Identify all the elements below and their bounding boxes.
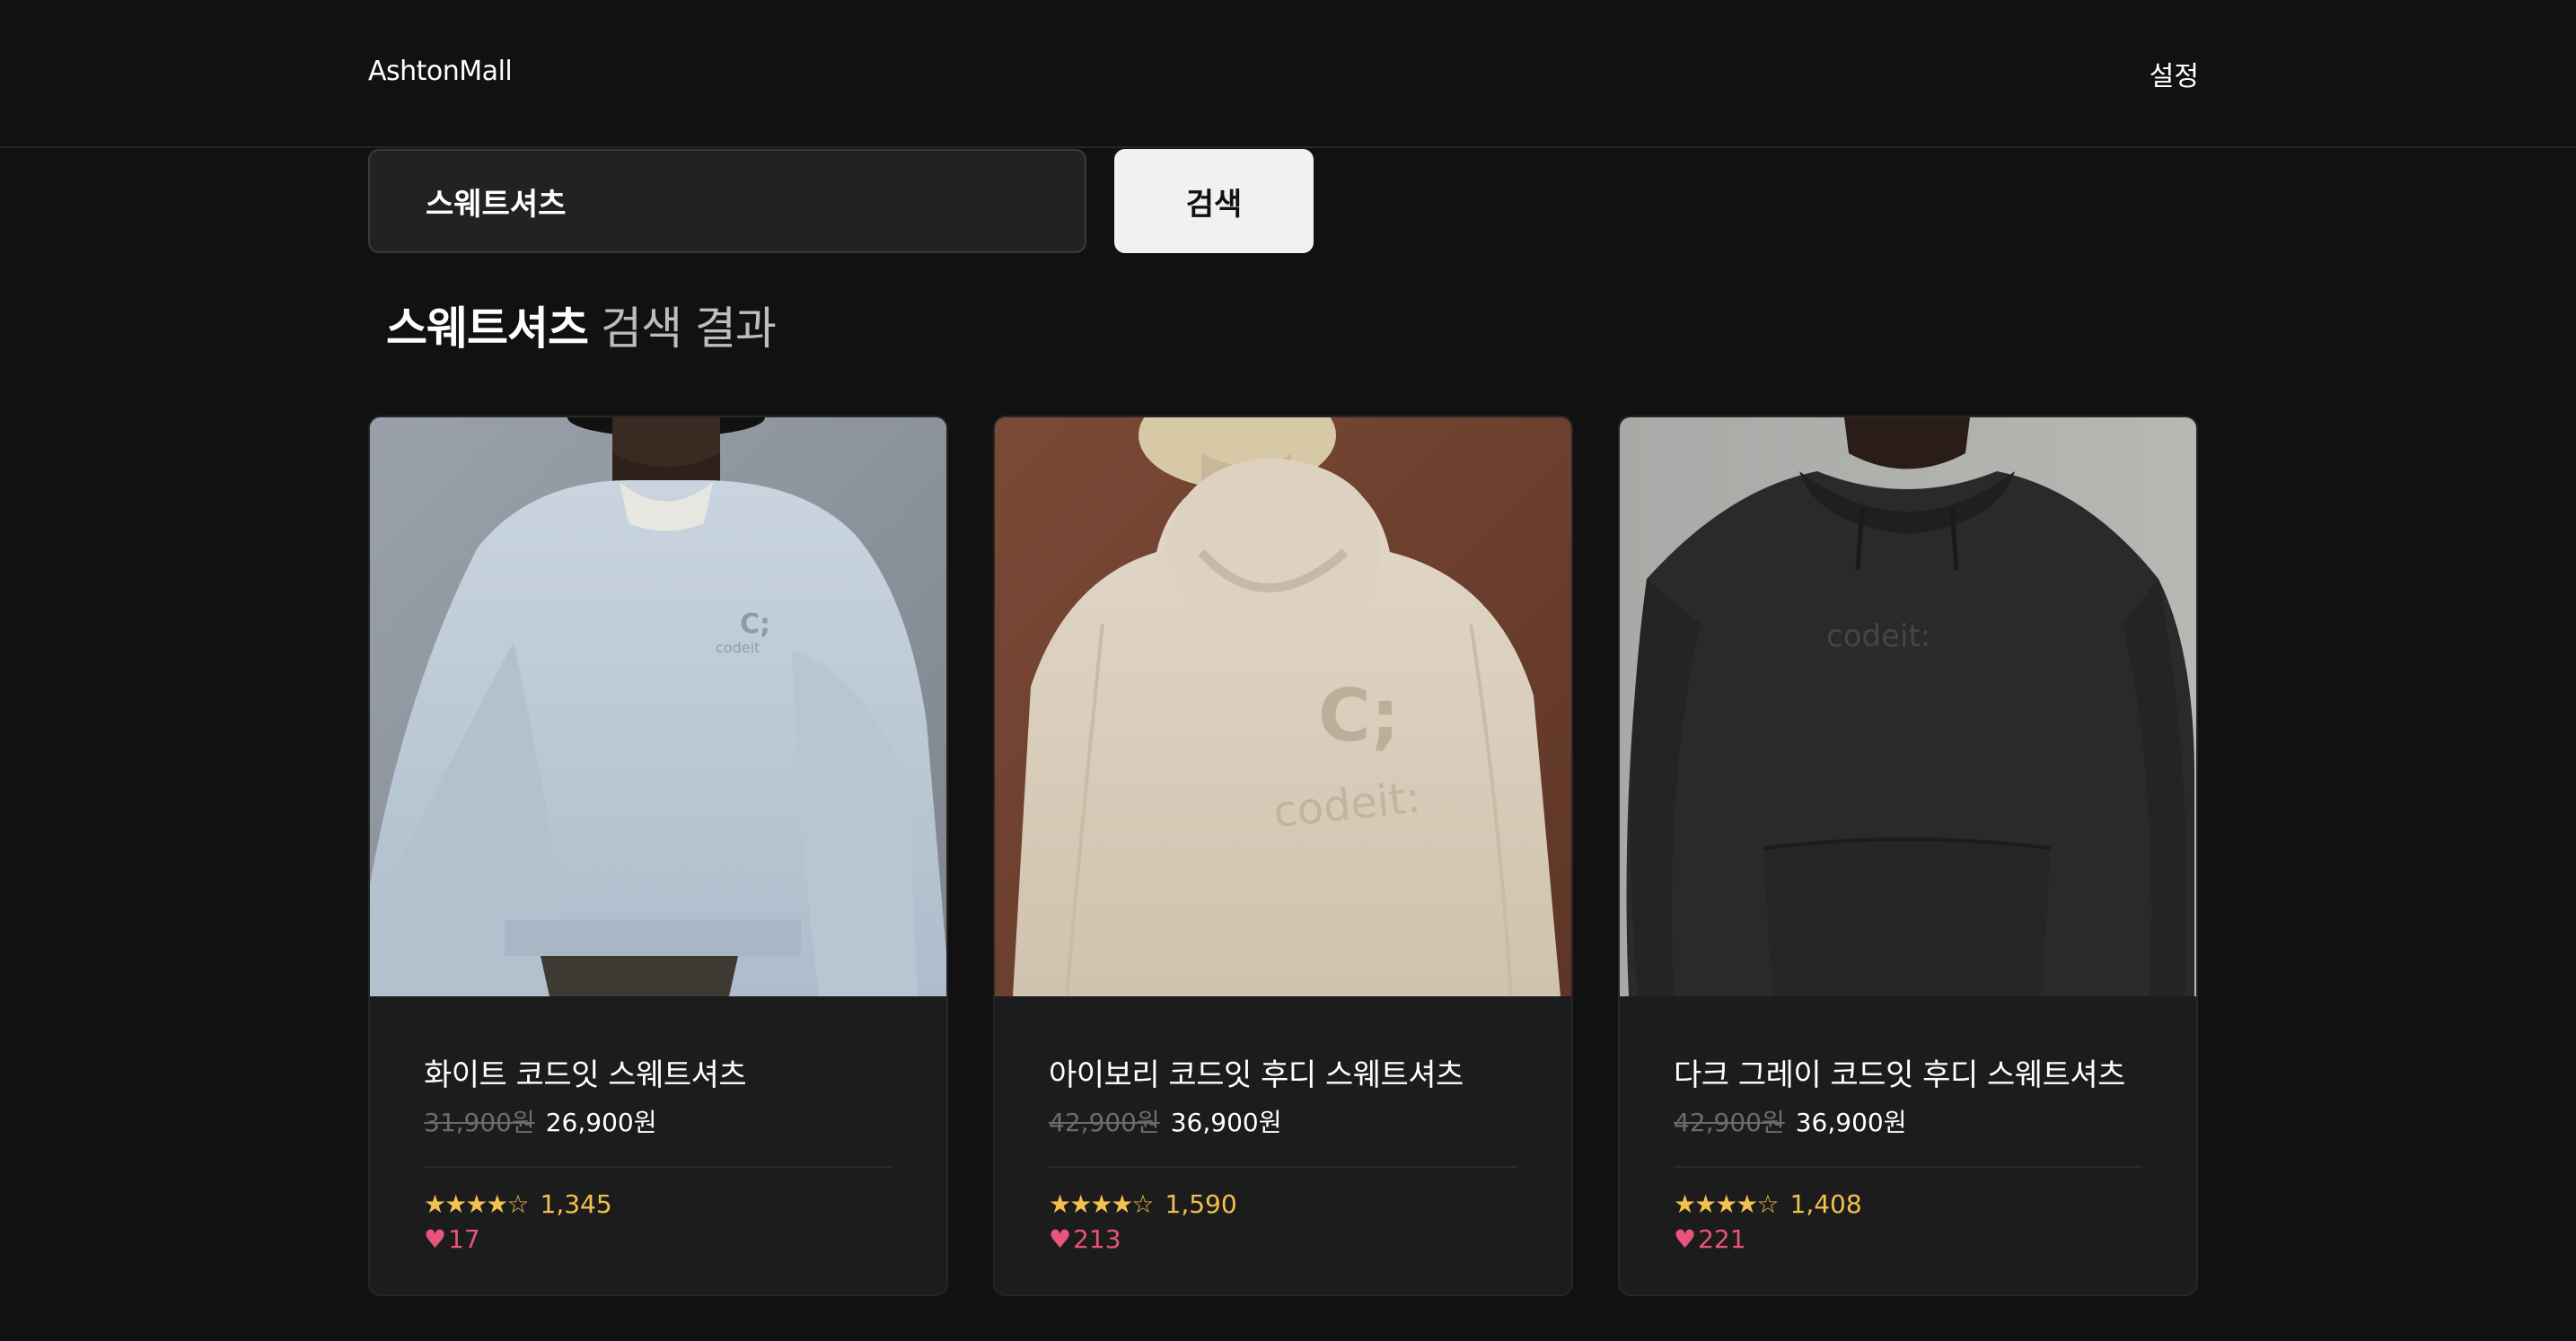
product-image[interactable]: C; codeit [370,417,946,996]
likes-row: ♥ 213 [1049,1224,1517,1254]
search-input-container[interactable] [368,149,1086,253]
brand-logo-text: codeit [716,639,760,656]
heart-icon: ♥ [424,1224,447,1254]
sale-price: 36,900원 [1795,1108,1907,1137]
search-result-keyword: 스웨트셔츠 [386,302,589,355]
like-count: 17 [448,1224,480,1254]
product-card[interactable]: codeit: 다크 그레이 코드잇 후디 스웨트셔츠 42,900원 36,9… [1618,416,2198,1296]
like-count: 221 [1698,1224,1746,1254]
price-row: 42,900원 36,900원 [1674,1103,2142,1139]
sale-price: 26,900원 [545,1108,657,1137]
settings-link[interactable]: 설정 [2150,54,2199,93]
original-price: 42,900원 [1674,1108,1785,1137]
card-divider [1674,1166,2142,1168]
product-photo-white-sweatshirt: C; codeit [370,417,946,996]
review-count: 1,590 [1165,1189,1237,1219]
product-name[interactable]: 다크 그레이 코드잇 후디 스웨트셔츠 [1674,1050,2142,1094]
card-divider [424,1166,892,1168]
original-price: 31,900원 [424,1108,535,1137]
price-row: 31,900원 26,900원 [424,1103,892,1139]
search-input[interactable] [424,182,1038,220]
card-divider [1049,1166,1517,1168]
product-grid: C; codeit 화이트 코드잇 스웨트셔츠 31,900원 26,900원 … [368,416,2198,1296]
likes-row: ♥ 17 [424,1224,892,1254]
star-icon: ★★★★☆ [1674,1189,1780,1219]
search-result-suffix: 검색 결과 [601,302,777,355]
search-result-heading: 스웨트셔츠 검색 결과 [386,293,777,357]
star-icon: ★★★★☆ [1049,1189,1155,1219]
brand-logo-glyph: C; [1318,674,1400,758]
product-photo-dark-gray-hoodie: codeit: [1620,417,2196,996]
site-logo[interactable]: AshtonMall [368,56,513,87]
brand-logo-glyph: C; [740,609,770,640]
rating-row: ★★★★☆ 1,408 [1674,1189,2142,1219]
heart-icon: ♥ [1049,1224,1072,1254]
review-count: 1,408 [1789,1189,1862,1219]
likes-row: ♥ 221 [1674,1224,2142,1254]
product-image[interactable]: C; codeit: [995,417,1571,996]
price-row: 42,900원 36,900원 [1049,1103,1517,1139]
rating-row: ★★★★☆ 1,590 [1049,1189,1517,1219]
search-button[interactable]: 검색 [1114,149,1314,253]
heart-icon: ♥ [1674,1224,1697,1254]
product-photo-ivory-hoodie: C; codeit: [995,417,1571,996]
product-card[interactable]: C; codeit: 아이보리 코드잇 후디 스웨트셔츠 42,900원 36,… [993,416,1573,1296]
product-name[interactable]: 아이보리 코드잇 후디 스웨트셔츠 [1049,1050,1517,1094]
product-card[interactable]: C; codeit 화이트 코드잇 스웨트셔츠 31,900원 26,900원 … [368,416,948,1296]
original-price: 42,900원 [1049,1108,1160,1137]
star-icon: ★★★★☆ [424,1189,530,1219]
brand-logo-text: codeit: [1826,618,1930,654]
product-image[interactable]: codeit: [1620,417,2196,996]
product-name[interactable]: 화이트 코드잇 스웨트셔츠 [424,1050,892,1094]
sale-price: 36,900원 [1170,1108,1282,1137]
rating-row: ★★★★☆ 1,345 [424,1189,892,1219]
like-count: 213 [1073,1224,1121,1254]
review-count: 1,345 [540,1189,612,1219]
search-bar: 검색 [368,149,1314,255]
top-navigation-bar: AshtonMall 설정 [0,0,2576,148]
